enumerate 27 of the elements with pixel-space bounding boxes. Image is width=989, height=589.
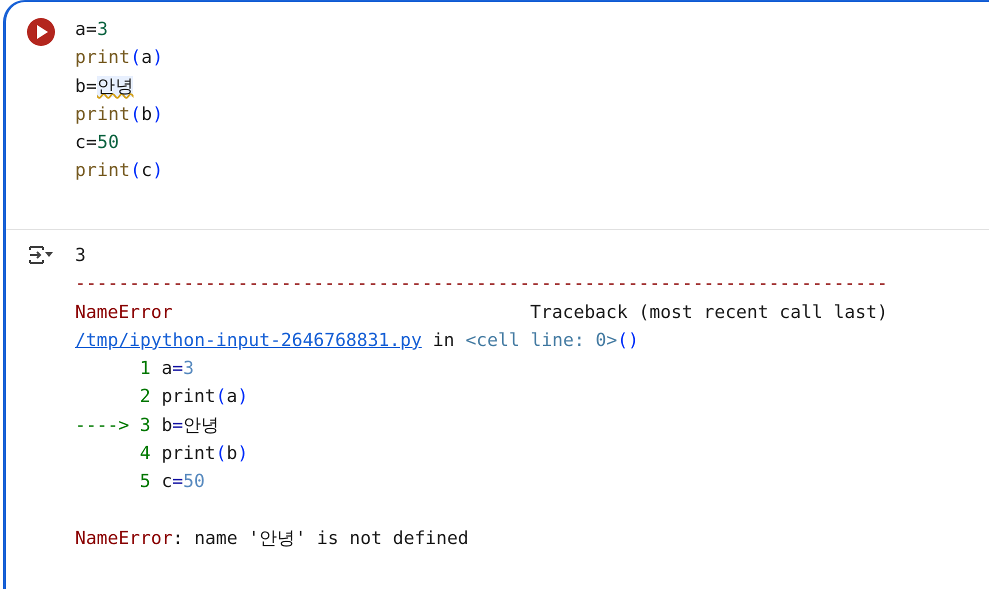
- code-line: print(c): [75, 159, 164, 184]
- file-link[interactable]: /tmp/ipython-input-2646768831.py: [75, 330, 422, 351]
- output-toggle-icon[interactable]: [28, 244, 54, 266]
- line-number: 4: [140, 442, 151, 466]
- line-number: 2: [140, 385, 151, 410]
- line-number: 3: [140, 414, 151, 438]
- error-arrow: ---->: [75, 414, 129, 438]
- in-text: in: [432, 330, 454, 351]
- output-text: 3: [75, 244, 86, 268]
- code-line: a=3: [75, 18, 110, 42]
- code-line: print(b): [75, 102, 164, 127]
- separator-dashes: ---------------------------------------------------------------------------: [75, 272, 888, 296]
- traceback-code: a=3: [161, 357, 194, 382]
- error-name: NameError: [75, 300, 173, 325]
- code-line: print(a): [75, 46, 164, 70]
- traceback-code: print(a): [161, 385, 248, 410]
- traceback-code: print(b): [161, 442, 248, 466]
- cell-location: <cell line: 0>(): [465, 330, 639, 351]
- traceback-code: b=안녕: [161, 414, 220, 438]
- code-line: c=50: [75, 131, 120, 156]
- traceback-code: c=50: [161, 470, 205, 494]
- error-message: NameError: name '안녕' is not defined: [75, 526, 469, 551]
- code-line: b=안녕: [75, 74, 134, 99]
- traceback-header: Traceback (most recent call last): [530, 300, 888, 325]
- line-number: 1: [140, 357, 151, 382]
- run-button[interactable]: [26, 17, 56, 47]
- line-number: 5: [140, 470, 151, 494]
